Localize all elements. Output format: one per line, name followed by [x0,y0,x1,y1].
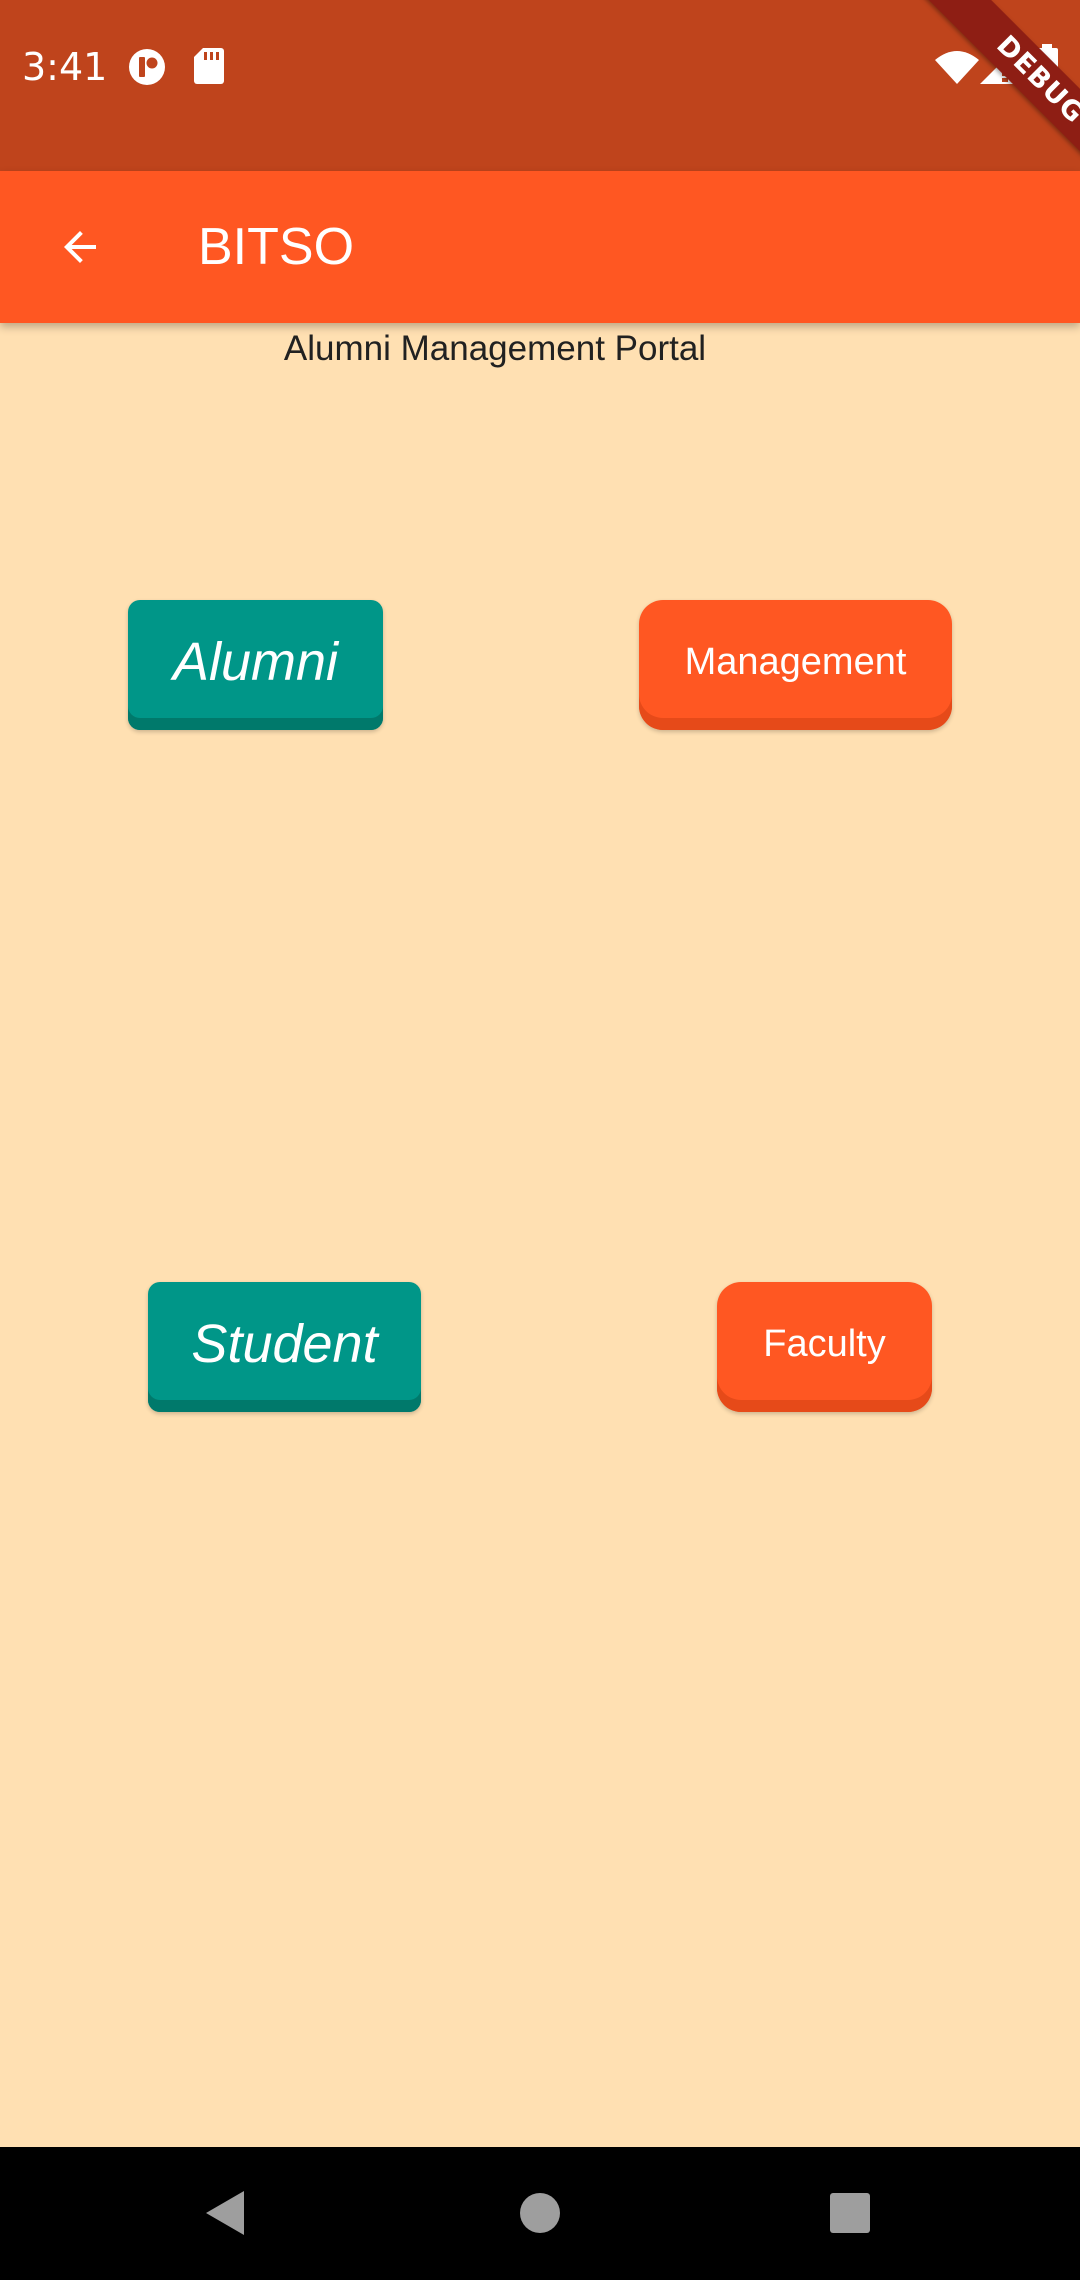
app-title: BITSO [198,218,355,276]
student-button[interactable]: Student [148,1282,421,1412]
nav-recents-button[interactable] [810,2173,890,2253]
back-button[interactable] [40,207,120,287]
alumni-button[interactable]: Alumni [128,600,383,730]
nav-recents-icon [830,2193,870,2233]
nav-home-icon [520,2193,560,2233]
status-time: 3:41 [22,45,108,89]
nav-back-button[interactable] [186,2173,266,2253]
app-bar: BITSO [0,171,1080,323]
nav-home-button[interactable] [500,2173,580,2253]
faculty-button[interactable]: Faculty [717,1282,932,1412]
debug-banner: DEBUG [911,0,1080,171]
status-bar: 3:41 DEBUG [0,0,1080,171]
nav-back-icon [206,2191,244,2235]
page-subtitle: Alumni Management Portal [283,329,707,368]
notification-app-icon [129,49,165,85]
management-button[interactable]: Management [639,600,952,730]
wifi-icon [935,51,979,84]
sd-card-icon [194,48,224,84]
navigation-bar [0,2147,1080,2280]
arrow-back-icon [64,231,96,263]
